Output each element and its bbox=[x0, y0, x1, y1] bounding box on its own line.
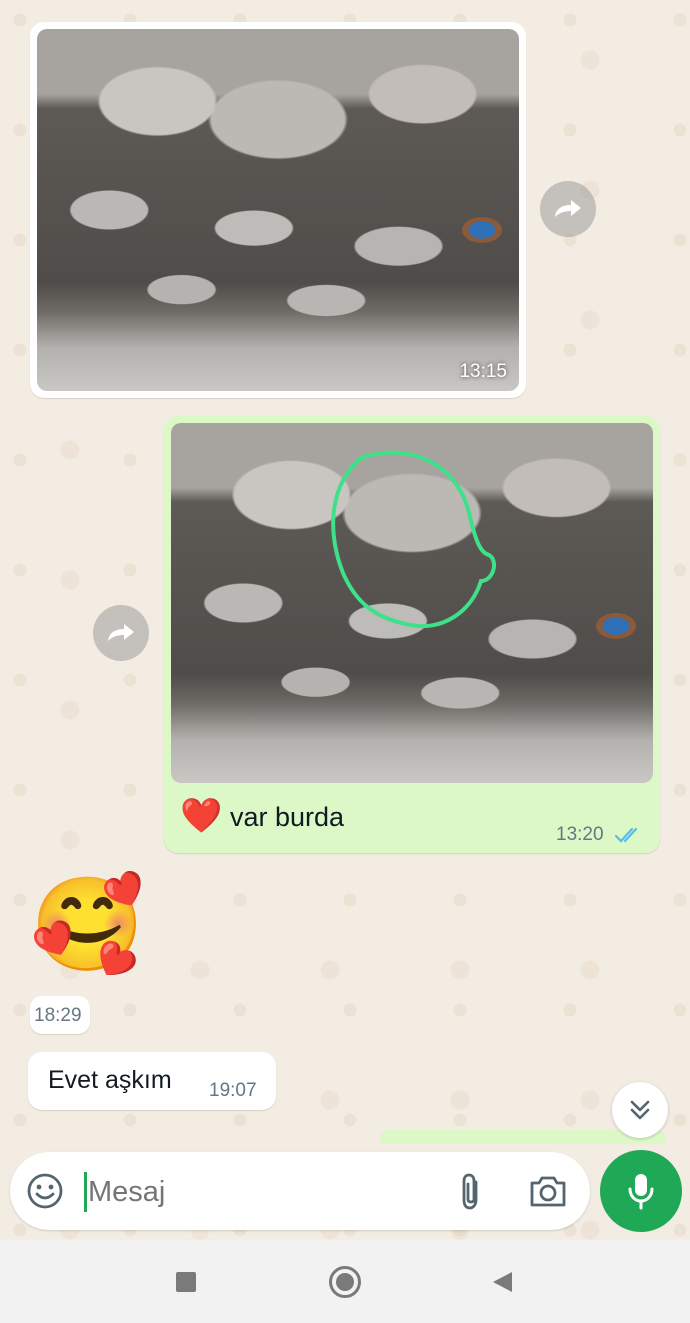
read-receipt-icon bbox=[614, 827, 638, 843]
voice-message-button[interactable] bbox=[600, 1150, 682, 1232]
outgoing-photo-message[interactable]: ❤️ var burda 13:20 bbox=[164, 416, 660, 853]
incoming-text-message[interactable]: Evet aşkım 19:07 bbox=[28, 1052, 276, 1110]
drain-pipe bbox=[462, 217, 502, 243]
recents-button[interactable] bbox=[176, 1272, 196, 1292]
system-navigation-bar bbox=[0, 1240, 690, 1323]
paperclip-icon bbox=[462, 1173, 478, 1210]
drain-pipe bbox=[596, 613, 636, 639]
emoji-button[interactable] bbox=[26, 1172, 64, 1215]
camera-button[interactable] bbox=[528, 1174, 568, 1213]
home-dot bbox=[336, 1273, 354, 1291]
scroll-to-bottom-button[interactable] bbox=[612, 1082, 668, 1138]
forward-button[interactable] bbox=[93, 605, 149, 661]
incoming-photo-message[interactable]: 13:15 bbox=[30, 22, 526, 398]
microphone-icon bbox=[628, 1174, 654, 1210]
home-button[interactable] bbox=[329, 1266, 361, 1298]
message-time: 13:15 bbox=[459, 361, 507, 382]
message-time: 18:29 bbox=[34, 1005, 82, 1026]
message-text: Evet aşkım bbox=[48, 1066, 172, 1094]
camera-icon bbox=[530, 1176, 566, 1207]
emoji-time-pill: 18:29 bbox=[30, 996, 90, 1034]
message-text: var burda bbox=[230, 802, 345, 832]
double-chevron-down-icon bbox=[630, 1100, 650, 1120]
heart-emoji: ❤️ bbox=[180, 797, 223, 835]
forward-icon bbox=[108, 624, 134, 641]
back-button[interactable] bbox=[490, 1270, 514, 1294]
emoji-icon bbox=[27, 1173, 63, 1209]
message-time: 19:07 bbox=[209, 1080, 257, 1101]
attach-button[interactable] bbox=[454, 1172, 488, 1217]
forward-button[interactable] bbox=[540, 181, 596, 237]
annotated-stone-wall-photo[interactable] bbox=[171, 423, 653, 783]
smiling-face-hearts-emoji[interactable]: 🥰 bbox=[30, 870, 145, 980]
message-input[interactable] bbox=[86, 1170, 430, 1214]
stone-wall-photo[interactable]: 13:15 bbox=[37, 29, 519, 391]
message-composer bbox=[10, 1152, 590, 1230]
message-time: 13:20 bbox=[556, 824, 604, 845]
annotation-circle bbox=[331, 450, 497, 629]
forward-icon bbox=[555, 200, 581, 217]
